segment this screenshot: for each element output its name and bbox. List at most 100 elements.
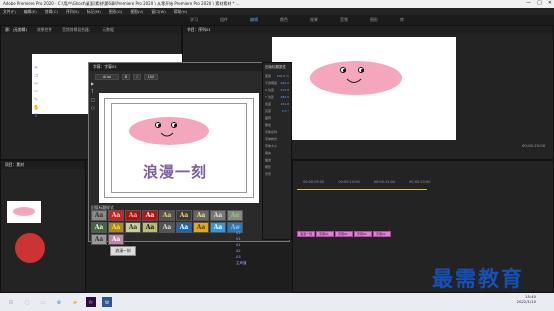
right-eye-icon: [358, 67, 364, 73]
style-swatch-3[interactable]: Aa: [125, 210, 141, 221]
style-swatch-7[interactable]: Aa: [193, 210, 209, 221]
menu-sequence[interactable]: 序列(S): [66, 9, 79, 15]
pen-tool-icon[interactable]: ✎: [33, 97, 39, 103]
style-swatch-13[interactable]: Aa: [142, 222, 158, 233]
close-icon[interactable]: ✕: [548, 0, 552, 6]
workspace-tab-color[interactable]: 颜色: [280, 17, 288, 23]
title-text-tool-icon[interactable]: T: [91, 89, 97, 94]
minimize-icon[interactable]: —: [526, 0, 531, 6]
track-v3[interactable]: V3: [236, 225, 264, 229]
style-swatch-12[interactable]: Aa: [125, 222, 141, 233]
clip-title-4[interactable]: 字幕01: [373, 231, 391, 237]
prop-label: 填充: [265, 151, 272, 155]
maximize-icon[interactable]: □: [537, 0, 542, 6]
title-properties-panel: 旧版标题属性 变换 100.0 % 不透明度 462.2 X 位置 315.8 Y 位置 38…: [262, 62, 292, 240]
canvas-pig-face[interactable]: [129, 117, 209, 145]
menu-window[interactable]: 窗口(W): [151, 9, 165, 15]
track-a1[interactable]: A1: [236, 243, 264, 247]
track-a2[interactable]: A2: [236, 249, 264, 253]
style-swatch-10[interactable]: Aa: [91, 222, 107, 233]
bold-button[interactable]: B: [122, 74, 130, 80]
style-swatch-4[interactable]: Aa: [142, 210, 158, 221]
project-thumb-1[interactable]: [7, 201, 41, 223]
workspace-tab-editing[interactable]: 编辑: [250, 17, 258, 23]
styles-grid: Aa Aa Aa Aa Aa Aa Aa Aa Aa Aa Aa Aa Aa Aa Aa Aa Aa Aa Aa Aa: [91, 210, 255, 245]
style-swatch-19[interactable]: Aa: [91, 234, 107, 245]
tab-metadata[interactable]: 元数据: [103, 27, 114, 33]
clip-title-2[interactable]: 字幕01: [335, 231, 353, 237]
edge-icon[interactable]: e: [54, 297, 64, 307]
style-swatch-2[interactable]: Aa: [108, 210, 124, 221]
selection-tool-icon[interactable]: ➤: [33, 65, 39, 71]
prop-value[interactable]: 389.5: [280, 95, 289, 99]
workspace-tab-audio[interactable]: 音频: [340, 17, 348, 23]
menu-help[interactable]: 帮助(H): [174, 9, 187, 15]
ripple-edit-icon[interactable]: ⇹: [33, 81, 39, 87]
explorer-icon[interactable]: ▰: [70, 297, 80, 307]
canvas-title-text[interactable]: 浪漫一刻: [143, 161, 207, 182]
style-swatch-14[interactable]: Aa: [159, 222, 175, 233]
taskbar-clock[interactable]: 15:40 2022/1/10: [517, 294, 536, 304]
clip-title-3[interactable]: 字幕01: [354, 231, 372, 237]
prop-value[interactable]: 315.8: [280, 88, 289, 92]
tab-project[interactable]: 项目：素材: [5, 162, 24, 168]
track-a3[interactable]: A3: [236, 255, 264, 259]
style-swatch-16[interactable]: Aa: [193, 222, 209, 233]
tab-source[interactable]: 源：(无剪辑): [5, 27, 27, 33]
start-icon[interactable]: ⊞: [6, 297, 16, 307]
prop-label: 描边: [265, 158, 272, 162]
style-swatch-5[interactable]: Aa: [159, 210, 175, 221]
style-swatch-20[interactable]: Aa: [108, 234, 124, 245]
search-icon[interactable]: ○: [22, 297, 32, 307]
menu-edit[interactable]: 编辑(E): [24, 9, 37, 15]
project-thumb-2[interactable]: [15, 233, 45, 263]
prop-value[interactable]: 101.8: [280, 102, 289, 106]
prop-label: 旋转: [265, 116, 272, 120]
premiere-icon[interactable]: Pr: [86, 297, 96, 307]
track-v1[interactable]: V1: [236, 237, 264, 241]
prop-value[interactable]: 100.0 %: [277, 74, 289, 78]
style-swatch-9[interactable]: Aa: [227, 210, 243, 221]
clip-title-1[interactable]: 字幕01: [316, 231, 334, 237]
font-size-field[interactable]: 100: [144, 74, 158, 80]
title-canvas[interactable]: 浪漫一刻: [99, 93, 259, 203]
task-view-icon[interactable]: ▭: [38, 297, 48, 307]
razor-tool-icon[interactable]: ✂: [33, 89, 39, 95]
word-icon[interactable]: W: [102, 297, 112, 307]
font-family-select[interactable]: Arial: [95, 74, 119, 80]
style-swatch-1[interactable]: Aa: [91, 210, 107, 221]
workspace-tab-effects[interactable]: 效果: [310, 17, 318, 23]
type-tool-icon[interactable]: T: [33, 113, 39, 119]
windows-taskbar: ⊞ ○ ▭ e ▰ Pr W 15:40 2022/1/10: [0, 293, 554, 311]
style-swatch-11[interactable]: Aa: [108, 222, 124, 233]
style-swatch-15[interactable]: Aa: [176, 222, 192, 233]
workspace-tab-assembly[interactable]: 组件: [220, 17, 228, 23]
prop-value[interactable]: 0.0 °: [282, 109, 289, 113]
track-master[interactable]: 主声道: [236, 261, 264, 266]
workspace-tab-libraries[interactable]: 库: [400, 17, 404, 23]
menu-marker[interactable]: 标记(M): [87, 9, 101, 15]
title-ellipse-tool-icon[interactable]: ○: [91, 105, 97, 110]
menu-clip[interactable]: 剪辑(C): [45, 9, 58, 15]
tab-audio-mixer[interactable]: 音频剪辑混合器：: [62, 27, 92, 33]
title-select-tool-icon[interactable]: ▶: [91, 81, 97, 86]
tab-effect-controls[interactable]: 效果控件: [37, 27, 52, 33]
style-swatch-6[interactable]: Aa: [176, 210, 192, 221]
track-v2[interactable]: V2: [236, 231, 264, 235]
menu-graphics[interactable]: 图形(G): [109, 9, 123, 15]
workspace-tab-learning[interactable]: 学习: [190, 17, 198, 23]
style-swatch-17[interactable]: Aa: [210, 222, 226, 233]
clip-title-main[interactable]: 浪漫一刻: [297, 231, 315, 237]
workspace-tab-graphics[interactable]: 图形: [370, 17, 378, 23]
tab-program[interactable]: 节目：序列01: [187, 27, 211, 33]
title-rect-tool-icon[interactable]: □: [91, 97, 97, 102]
menu-view[interactable]: 视图(V): [130, 9, 143, 15]
style-swatch-8[interactable]: Aa: [210, 210, 226, 221]
prop-value[interactable]: 462.2: [280, 81, 289, 85]
hand-tool-icon[interactable]: ✋: [33, 105, 39, 111]
menu-file[interactable]: 文件(F): [3, 9, 16, 15]
work-area-bar[interactable]: [297, 189, 427, 190]
prop-row: 不透明度 462.2: [265, 81, 289, 85]
track-select-icon[interactable]: ⇉: [33, 73, 39, 79]
italic-button[interactable]: I: [133, 74, 141, 80]
